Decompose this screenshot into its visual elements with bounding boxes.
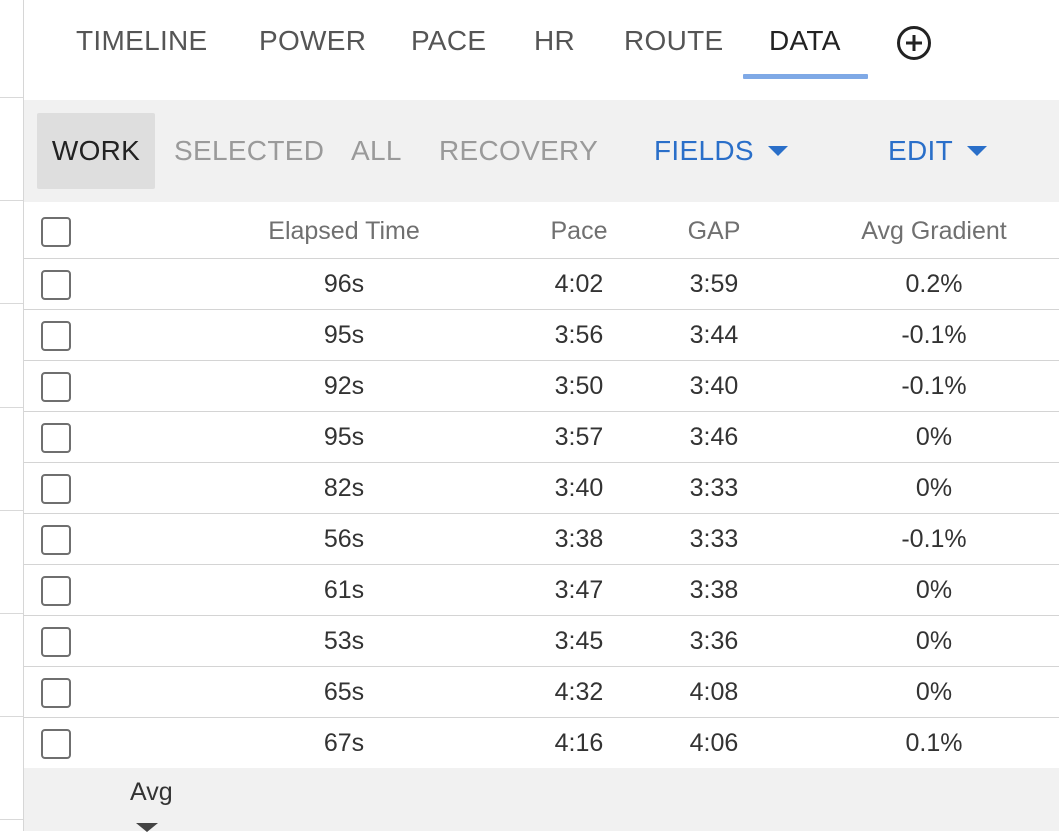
edit-dropdown[interactable]: EDIT (888, 113, 987, 189)
avg-gradient-cell: 0% (915, 677, 953, 706)
elapsed-time-cell: 95s (323, 422, 365, 451)
elapsed-time-cell: 53s (323, 626, 365, 655)
view-tabs: TIMELINE POWER PACE HR ROUTE DATA (24, 0, 1059, 100)
pace-cell: 3:50 (554, 371, 604, 400)
gap-cell: 3:59 (689, 269, 739, 298)
left-panel-edge (0, 0, 24, 831)
pace-cell: 4:16 (554, 728, 604, 757)
summary-footer: Avg (24, 768, 1059, 832)
gap-cell: 3:38 (689, 575, 739, 604)
table-row[interactable]: 92s 3:50 3:40 -0.1% (24, 361, 1059, 412)
tab-route[interactable]: ROUTE (624, 0, 724, 80)
filter-bar: WORK SELECTED ALL RECOVERY FIELDS EDIT (24, 100, 1059, 202)
left-panel-divider (0, 200, 23, 201)
table-row[interactable]: 61s 3:47 3:38 0% (24, 565, 1059, 616)
pace-cell: 3:45 (554, 626, 604, 655)
elapsed-time-cell: 65s (323, 677, 365, 706)
column-header-elapsed-time[interactable]: Elapsed Time (244, 202, 444, 258)
fields-dropdown[interactable]: FIELDS (654, 113, 788, 189)
gap-cell: 4:06 (689, 728, 739, 757)
gap-cell: 3:40 (689, 371, 739, 400)
pace-cell: 3:40 (554, 473, 604, 502)
plus-circle-icon[interactable] (896, 25, 932, 61)
fields-dropdown-label: FIELDS (654, 135, 754, 166)
pace-cell: 3:47 (554, 575, 604, 604)
filter-work[interactable]: WORK (37, 113, 155, 189)
pace-cell: 3:38 (554, 524, 604, 553)
filter-selected[interactable]: SELECTED (174, 113, 324, 189)
filter-all[interactable]: ALL (351, 113, 402, 189)
caret-down-icon (767, 145, 788, 156)
pace-cell: 4:02 (554, 269, 604, 298)
left-panel-divider (0, 819, 23, 820)
avg-gradient-cell: -0.1% (901, 371, 967, 400)
gap-cell: 3:46 (689, 422, 739, 451)
left-panel-divider (0, 407, 23, 408)
tab-pace[interactable]: PACE (411, 0, 486, 80)
select-all-checkbox[interactable] (41, 217, 71, 247)
row-checkbox[interactable] (41, 321, 71, 351)
elapsed-time-cell: 96s (323, 269, 365, 298)
avg-gradient-cell: 0% (915, 575, 953, 604)
elapsed-time-cell: 95s (323, 320, 365, 349)
avg-gradient-cell: 0% (915, 626, 953, 655)
table-row[interactable]: 65s 4:32 4:08 0% (24, 667, 1059, 718)
row-checkbox[interactable] (41, 576, 71, 606)
pace-cell: 3:56 (554, 320, 604, 349)
tab-hr[interactable]: HR (534, 0, 575, 80)
gap-cell: 3:33 (689, 524, 739, 553)
pace-cell: 3:57 (554, 422, 604, 451)
tab-data[interactable]: DATA (769, 0, 841, 80)
left-panel-divider (0, 97, 23, 98)
column-header-pace[interactable]: Pace (519, 202, 639, 258)
row-checkbox[interactable] (41, 423, 71, 453)
elapsed-time-cell: 67s (323, 728, 365, 757)
row-checkbox[interactable] (41, 525, 71, 555)
table-row[interactable]: 96s 4:02 3:59 0.2% (24, 259, 1059, 310)
intervals-table: Elapsed Time Pace GAP Avg Gradient 96s 4… (24, 202, 1059, 769)
row-checkbox[interactable] (41, 729, 71, 759)
gap-cell: 3:36 (689, 626, 739, 655)
table-row[interactable]: 95s 3:57 3:46 0% (24, 412, 1059, 463)
pace-cell: 4:32 (554, 677, 604, 706)
table-header-row: Elapsed Time Pace GAP Avg Gradient (24, 202, 1059, 259)
row-checkbox[interactable] (41, 678, 71, 708)
row-checkbox[interactable] (41, 474, 71, 504)
caret-down-icon (966, 145, 987, 156)
filter-recovery[interactable]: RECOVERY (439, 113, 598, 189)
avg-gradient-cell: 0.1% (905, 728, 963, 757)
gap-cell: 4:08 (689, 677, 739, 706)
left-panel-divider (0, 716, 23, 717)
avg-gradient-cell: -0.1% (901, 524, 967, 553)
edit-dropdown-label: EDIT (888, 135, 953, 166)
avg-gradient-cell: 0.2% (905, 269, 963, 298)
row-checkbox[interactable] (41, 270, 71, 300)
tab-timeline[interactable]: TIMELINE (76, 0, 208, 80)
left-panel-divider (0, 510, 23, 511)
table-row[interactable]: 56s 3:38 3:33 -0.1% (24, 514, 1059, 565)
active-tab-indicator (743, 74, 868, 79)
row-checkbox[interactable] (41, 627, 71, 657)
table-row[interactable]: 82s 3:40 3:33 0% (24, 463, 1059, 514)
row-checkbox[interactable] (41, 372, 71, 402)
left-panel-divider (0, 303, 23, 304)
elapsed-time-cell: 56s (323, 524, 365, 553)
tab-power[interactable]: POWER (259, 0, 366, 80)
data-panel: TIMELINE POWER PACE HR ROUTE DATA WORK S… (24, 0, 1059, 832)
elapsed-time-cell: 82s (323, 473, 365, 502)
avg-summary-label[interactable]: Avg (130, 778, 173, 807)
elapsed-time-cell: 92s (323, 371, 365, 400)
column-header-gap[interactable]: GAP (654, 202, 774, 258)
avg-gradient-cell: 0% (915, 473, 953, 502)
elapsed-time-cell: 61s (323, 575, 365, 604)
table-row[interactable]: 53s 3:45 3:36 0% (24, 616, 1059, 667)
column-header-avg-gradient[interactable]: Avg Gradient (834, 202, 1034, 258)
left-panel-divider (0, 613, 23, 614)
avg-gradient-cell: 0% (915, 422, 953, 451)
avg-gradient-cell: -0.1% (901, 320, 967, 349)
gap-cell: 3:33 (689, 473, 739, 502)
gap-cell: 3:44 (689, 320, 739, 349)
table-row[interactable]: 67s 4:16 4:06 0.1% (24, 718, 1059, 769)
table-row[interactable]: 95s 3:56 3:44 -0.1% (24, 310, 1059, 361)
